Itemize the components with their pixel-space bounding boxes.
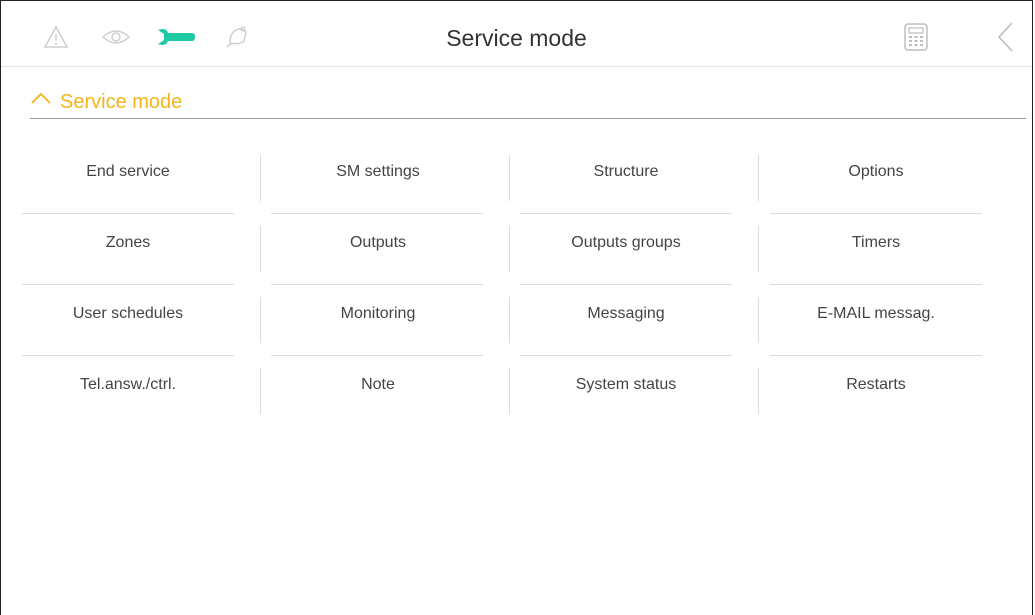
divider	[509, 368, 510, 414]
divider	[260, 155, 261, 201]
divider	[260, 297, 261, 343]
menu-item-tel-answer-ctrl[interactable]: Tel.answ./ctrl.	[22, 355, 234, 415]
menu-item-note[interactable]: Note	[272, 355, 484, 415]
divider	[758, 368, 759, 414]
menu-item-restarts[interactable]: Restarts	[770, 355, 982, 415]
menu-item-outputs[interactable]: Outputs	[272, 213, 484, 273]
divider	[758, 226, 759, 272]
menu-item-monitoring[interactable]: Monitoring	[272, 284, 484, 344]
menu-item-outputs-groups[interactable]: Outputs groups	[520, 213, 732, 273]
menu-item-messaging[interactable]: Messaging	[520, 284, 732, 344]
calculator-icon[interactable]	[901, 22, 931, 52]
wrench-icon[interactable]	[156, 22, 196, 52]
divider	[509, 297, 510, 343]
bell-icon[interactable]	[221, 22, 251, 52]
divider	[509, 226, 510, 272]
menu-item-end-service[interactable]: End service	[22, 142, 234, 202]
section-label: Service mode	[60, 91, 183, 113]
warning-icon[interactable]	[41, 22, 71, 52]
menu-item-structure[interactable]: Structure	[520, 142, 732, 202]
section-header[interactable]: Service mode	[30, 88, 1026, 119]
divider	[758, 155, 759, 201]
chevron-up-icon[interactable]	[30, 90, 52, 111]
back-icon[interactable]	[991, 22, 1021, 52]
menu-item-email-messaging[interactable]: E-MAIL messag.	[770, 284, 982, 344]
divider	[260, 226, 261, 272]
menu-item-sm-settings[interactable]: SM settings	[272, 142, 484, 202]
menu-item-timers[interactable]: Timers	[770, 213, 982, 273]
menu-item-options[interactable]: Options	[770, 142, 982, 202]
eye-icon[interactable]	[101, 22, 131, 52]
divider	[260, 368, 261, 414]
divider	[758, 297, 759, 343]
divider	[509, 155, 510, 201]
menu-item-zones[interactable]: Zones	[22, 213, 234, 273]
menu-item-system-status[interactable]: System status	[520, 355, 732, 415]
top-bar: Service mode	[1, 1, 1032, 67]
menu-item-user-schedules[interactable]: User schedules	[22, 284, 234, 344]
